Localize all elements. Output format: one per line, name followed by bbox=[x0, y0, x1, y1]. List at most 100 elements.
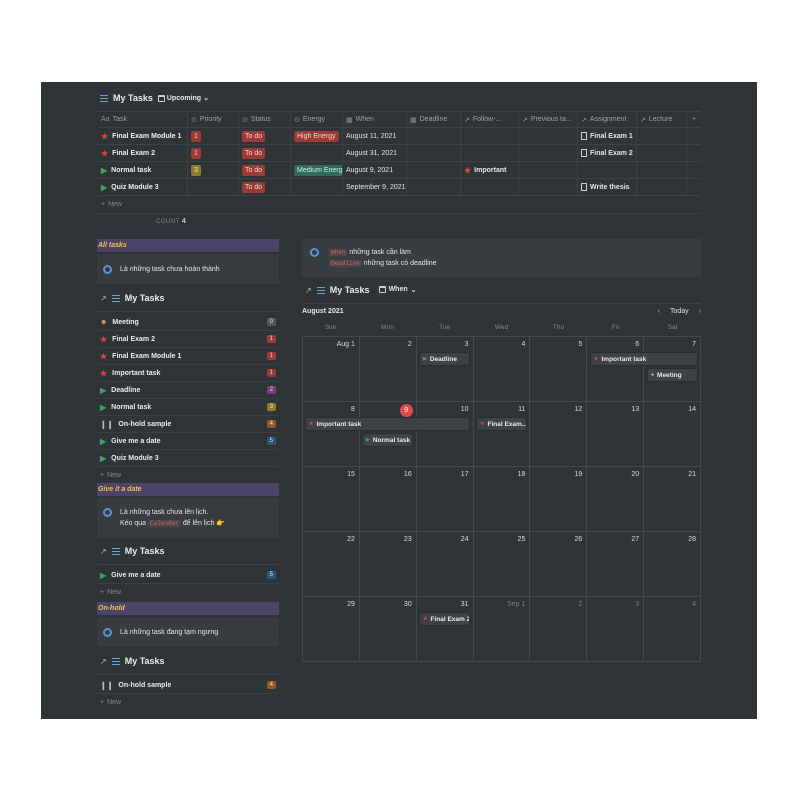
when-cell[interactable]: August 9, 2021 bbox=[343, 162, 407, 178]
previous-cell[interactable] bbox=[519, 162, 578, 178]
calendar-day-cell[interactable]: 3 bbox=[416, 337, 474, 402]
lecture-cell[interactable] bbox=[637, 162, 687, 178]
new-item-button[interactable]: + New bbox=[97, 584, 279, 600]
calendar-event[interactable]: ▶ Deadline bbox=[420, 353, 469, 365]
previous-cell[interactable] bbox=[519, 128, 578, 144]
task-cell[interactable]: ★ Final Exam 2 bbox=[98, 145, 188, 161]
priority-cell[interactable]: 3 bbox=[188, 162, 239, 178]
column-header-priority[interactable]: ⊙ Priority bbox=[188, 112, 239, 127]
calendar-day-cell[interactable]: 21 bbox=[644, 467, 702, 532]
list-item[interactable]: ▶ Deadline 2 bbox=[97, 382, 279, 399]
calendar-event[interactable]: ★ Important task bbox=[591, 353, 697, 365]
database-title[interactable]: My Tasks bbox=[125, 546, 165, 556]
calendar-day-cell[interactable]: 30 bbox=[359, 597, 417, 662]
when-cell[interactable]: August 31, 2021 bbox=[343, 145, 407, 161]
column-header-task[interactable]: Aa Task bbox=[98, 112, 188, 127]
when-cell[interactable]: September 9, 2021 bbox=[343, 179, 407, 195]
calendar-event[interactable]: ★ Final Exam 2 bbox=[420, 613, 469, 625]
energy-cell[interactable] bbox=[291, 145, 343, 161]
assignment-cell[interactable]: Final Exam 1 bbox=[578, 128, 637, 144]
calendar-day-cell[interactable]: 6 bbox=[587, 337, 645, 402]
status-cell[interactable]: To do bbox=[239, 128, 291, 144]
status-cell[interactable]: To do bbox=[239, 162, 291, 178]
count-summary[interactable]: COUNT 4 bbox=[156, 218, 186, 225]
column-header-deadline[interactable]: ▦ Deadline bbox=[407, 112, 461, 127]
calendar-day-cell[interactable]: 11 bbox=[473, 402, 531, 467]
status-cell[interactable]: To do bbox=[239, 145, 291, 161]
calendar-day-cell[interactable]: 23 bbox=[359, 532, 417, 597]
assignment-cell[interactable]: Final Exam 2 bbox=[578, 145, 637, 161]
new-row-button[interactable]: + New bbox=[98, 196, 701, 214]
previous-cell[interactable] bbox=[519, 145, 578, 161]
list-item[interactable]: ★ Important task 1 bbox=[97, 365, 279, 382]
database-title[interactable]: My Tasks bbox=[125, 656, 165, 666]
calendar-day-cell[interactable]: 16 bbox=[359, 467, 417, 532]
calendar-day-cell[interactable]: 31 bbox=[416, 597, 474, 662]
calendar-day-cell[interactable]: 2 bbox=[359, 337, 417, 402]
list-item[interactable]: ❙❙ On-hold sample 4 bbox=[97, 416, 279, 433]
when-cell[interactable]: August 11, 2021 bbox=[343, 128, 407, 144]
calendar-day-cell[interactable]: Sep 1 bbox=[473, 597, 531, 662]
calendar-day-cell[interactable]: 22 bbox=[303, 532, 360, 597]
table-row[interactable]: ★ Final Exam 2 1 To do August 31, 2021 Fi… bbox=[98, 145, 701, 162]
calendar-day-cell[interactable]: 13 bbox=[587, 402, 645, 467]
deadline-cell[interactable] bbox=[407, 179, 461, 195]
calendar-day-cell[interactable]: 12 bbox=[530, 402, 588, 467]
lecture-cell[interactable] bbox=[637, 128, 687, 144]
list-item[interactable]: ★ Final Exam 21 bbox=[97, 331, 279, 348]
calendar-day-cell[interactable]: 5 bbox=[530, 337, 588, 402]
column-header-when[interactable]: ▦ When bbox=[343, 112, 407, 127]
database-title[interactable]: My Tasks bbox=[330, 285, 370, 295]
column-header-energy[interactable]: ⊙ Energy bbox=[291, 112, 343, 127]
deadline-cell[interactable] bbox=[407, 145, 461, 161]
follow-cell[interactable] bbox=[461, 145, 519, 161]
priority-cell[interactable] bbox=[188, 179, 239, 195]
calendar-day-cell[interactable]: 2 bbox=[530, 597, 588, 662]
calendar-day-cell[interactable]: 4 bbox=[473, 337, 531, 402]
calendar-event[interactable]: ▶ Normal task bbox=[363, 434, 412, 446]
task-cell[interactable]: ▶ Normal task bbox=[98, 162, 188, 178]
calendar-day-cell[interactable]: 28 bbox=[644, 532, 702, 597]
calendar-day-cell[interactable]: 4 bbox=[644, 597, 702, 662]
energy-cell[interactable]: Medium Energy bbox=[291, 162, 343, 178]
calendar-day-cell[interactable]: 29 bbox=[303, 597, 360, 662]
list-item[interactable]: ☻ Meeting 0 bbox=[97, 314, 279, 331]
assignment-cell[interactable]: Write thesis bbox=[578, 179, 637, 195]
table-row[interactable]: ▶ Quiz Module 3 To do September 9, 2021 W… bbox=[98, 179, 701, 196]
status-cell[interactable]: To do bbox=[239, 179, 291, 195]
new-item-button[interactable]: + New bbox=[97, 694, 279, 710]
calendar-day-cell[interactable]: 25 bbox=[473, 532, 531, 597]
table-row[interactable]: ★ Final Exam Module 1 1 To do High Energy… bbox=[98, 128, 701, 145]
list-item[interactable]: ★ Final Exam Module 11 bbox=[97, 348, 279, 365]
list-item[interactable]: ▶ Quiz Module 3 bbox=[97, 450, 279, 467]
database-title[interactable]: My Tasks bbox=[113, 93, 153, 103]
task-cell[interactable]: ★ Final Exam Module 1 bbox=[98, 128, 188, 144]
calendar-day-cell[interactable]: 14 bbox=[644, 402, 702, 467]
energy-cell[interactable]: High Energy bbox=[291, 128, 343, 144]
follow-cell[interactable] bbox=[461, 128, 519, 144]
view-switcher[interactable]: Upcoming ⌄ bbox=[157, 94, 209, 102]
deadline-cell[interactable] bbox=[407, 128, 461, 144]
energy-cell[interactable] bbox=[291, 179, 343, 195]
calendar-day-cell[interactable]: 17 bbox=[416, 467, 474, 532]
new-item-button[interactable]: + New bbox=[97, 467, 279, 483]
chevron-right-icon[interactable]: › bbox=[699, 308, 701, 315]
follow-cell[interactable] bbox=[461, 179, 519, 195]
column-header-follow[interactable]: ↗ Follow-... bbox=[461, 112, 519, 127]
column-header-lecture[interactable]: ↗ Lecture bbox=[637, 112, 687, 127]
calendar-day-cell[interactable]: 20 bbox=[587, 467, 645, 532]
calendar-day-cell[interactable]: 19 bbox=[530, 467, 588, 532]
list-item[interactable]: ▶ Normal task 3 bbox=[97, 399, 279, 416]
calendar-day-cell[interactable]: 18 bbox=[473, 467, 531, 532]
column-header-previous[interactable]: ↗ Previous ta... bbox=[519, 112, 578, 127]
follow-cell[interactable]: ★ Important bbox=[461, 162, 519, 178]
lecture-cell[interactable] bbox=[637, 179, 687, 195]
calendar-day-cell[interactable]: 24 bbox=[416, 532, 474, 597]
list-item[interactable]: ❙❙ On-hold sample 4 bbox=[97, 677, 279, 694]
lecture-cell[interactable] bbox=[637, 145, 687, 161]
calendar-event[interactable]: ★ Final Exam... bbox=[477, 418, 526, 430]
task-cell[interactable]: ▶ Quiz Module 3 bbox=[98, 179, 188, 195]
chevron-left-icon[interactable]: ‹ bbox=[658, 308, 660, 315]
calendar-day-cell[interactable]: 27 bbox=[587, 532, 645, 597]
view-switcher[interactable]: When ⌄ bbox=[378, 286, 417, 294]
